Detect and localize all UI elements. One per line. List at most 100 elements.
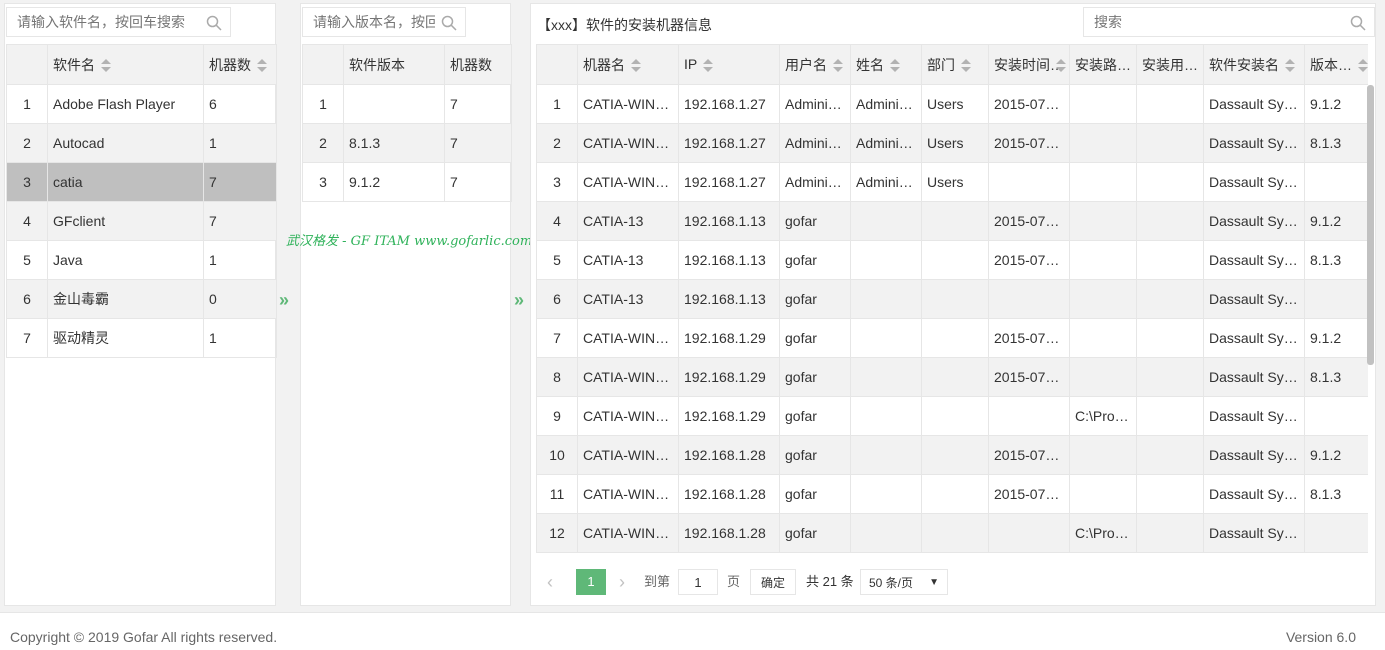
machine-count-header[interactable]: 机器数: [203, 44, 277, 85]
page-1-button[interactable]: 1: [576, 569, 606, 595]
version-search-box[interactable]: [302, 7, 466, 37]
fullname-cell: Admini…: [850, 123, 922, 163]
install-name-header-label: 软件安装名: [1209, 56, 1279, 73]
row-number: 10: [536, 435, 578, 475]
sort-icon[interactable]: [631, 58, 641, 73]
software-name-header[interactable]: 软件名: [47, 44, 204, 85]
page-size-select[interactable]: 50 条/页 ▼: [860, 569, 948, 595]
table-row[interactable]: 11 CATIA-WIN… 192.168.1.28 gofar 2015-07… Das…: [536, 474, 1368, 514]
machine-name-header[interactable]: 机器名: [577, 44, 679, 85]
machine-name-cell: CATIA-WIN…: [577, 84, 679, 124]
confirm-button[interactable]: 确定: [750, 569, 796, 595]
software-name-cell: catia: [47, 162, 204, 202]
search-icon[interactable]: [1350, 15, 1366, 31]
version-name-cell: 8.1.3: [1304, 474, 1368, 514]
table-row[interactable]: 1 Adobe Flash Player 6: [6, 84, 277, 124]
install-name-header[interactable]: 软件安装名: [1203, 44, 1305, 85]
table-row[interactable]: 2 Autocad 1: [6, 123, 277, 163]
row-number: 2: [536, 123, 578, 163]
install-user-header[interactable]: 安装用…: [1136, 44, 1204, 85]
machine-name-cell: CATIA-WIN…: [577, 435, 679, 475]
table-row[interactable]: 3 CATIA-WIN… 192.168.1.27 Admini… Admini… Use…: [536, 162, 1368, 202]
fullname-cell: [850, 396, 922, 436]
table-row[interactable]: 12 CATIA-WIN… 192.168.1.28 gofar C:\Pro… Dass…: [536, 513, 1368, 553]
table-row[interactable]: 2 CATIA-WIN… 192.168.1.27 Admini… Admini… Use…: [536, 123, 1368, 163]
software-panel: 软件名 机器数 1Adobe Flash Player62Autocad13ca…: [4, 3, 277, 606]
sort-icon[interactable]: [961, 58, 971, 73]
prev-page-icon[interactable]: ‹: [547, 569, 567, 595]
sort-icon[interactable]: [101, 58, 111, 73]
sort-icon[interactable]: [1285, 58, 1295, 73]
install-time-header[interactable]: 安装时间: [988, 44, 1070, 85]
version-name-cell: 9.1.2: [1304, 84, 1368, 124]
ip-cell: 192.168.1.28: [678, 513, 780, 553]
sort-icon[interactable]: [833, 58, 843, 73]
software-search-box[interactable]: [6, 7, 231, 37]
next-page-icon[interactable]: ›: [619, 569, 639, 595]
version-name-cell: 9.1.2: [1304, 435, 1368, 475]
machine-count-cell: 7: [203, 162, 277, 202]
username-cell: Admini…: [779, 162, 851, 202]
sort-icon[interactable]: [703, 58, 714, 73]
table-row[interactable]: 1 CATIA-WIN… 192.168.1.27 Admini… Admini… Use…: [536, 84, 1368, 124]
vertical-scrollbar[interactable]: [1367, 85, 1374, 365]
version-name-cell: [1304, 396, 1368, 436]
table-row[interactable]: 2 8.1.3 7: [302, 123, 512, 163]
ip-header[interactable]: IP: [678, 44, 780, 85]
department-header[interactable]: 部门: [921, 44, 989, 85]
search-icon[interactable]: [206, 15, 222, 31]
table-row[interactable]: 9 CATIA-WIN… 192.168.1.29 gofar C:\Pro… Dassa…: [536, 396, 1368, 436]
install-name-cell: Dassault Sy…: [1203, 474, 1305, 514]
table-row[interactable]: 6 CATIA-13 192.168.1.13 gofar Dassault Sy…: [536, 279, 1368, 319]
ip-cell: 192.168.1.13: [678, 240, 780, 280]
department-cell: Users: [921, 84, 989, 124]
table-row[interactable]: 3 catia 7: [6, 162, 277, 202]
table-row[interactable]: 4 GFclient 7: [6, 201, 277, 241]
install-time-cell: 2015-07…: [988, 357, 1070, 397]
table-row[interactable]: 6 金山毒霸 0: [6, 279, 277, 319]
install-path-header[interactable]: 安装路…: [1069, 44, 1137, 85]
dropdown-arrow-icon: ▼: [929, 577, 939, 588]
total-count: 共 21 条: [806, 574, 854, 589]
machine-name-cell: CATIA-WIN…: [577, 357, 679, 397]
install-path-cell: [1069, 279, 1137, 319]
goto-page-input[interactable]: 1: [678, 569, 718, 595]
table-row[interactable]: 5 CATIA-13 192.168.1.13 gofar 2015-07… Dassau…: [536, 240, 1368, 280]
machine-count-cell: 6: [203, 84, 277, 124]
footer: Copyright © 2019 Gofar All rights reserv…: [0, 612, 1385, 650]
department-cell: [921, 318, 989, 358]
machines-panel: 【xxx】软件的安装机器信息 机器名 IP 用户名 姓名 部门 安装时间 安装路… 安装用… 软…: [530, 3, 1376, 606]
machines-search-box[interactable]: [1083, 7, 1375, 37]
version-name-header-label: 版本名: [1310, 56, 1352, 73]
machine-name-cell: CATIA-13: [577, 240, 679, 280]
ip-cell: 192.168.1.27: [678, 84, 780, 124]
department-cell: [921, 201, 989, 241]
table-row[interactable]: 7 CATIA-WIN… 192.168.1.29 gofar 2015-07… Dass…: [536, 318, 1368, 358]
row-number: 3: [536, 162, 578, 202]
machine-count-header-label: 机器数: [209, 56, 251, 73]
fullname-cell: [850, 240, 922, 280]
sort-icon[interactable]: [257, 58, 267, 73]
username-header[interactable]: 用户名: [779, 44, 851, 85]
department-header-label: 部门: [927, 56, 955, 73]
row-number: 4: [536, 201, 578, 241]
fullname-header[interactable]: 姓名: [850, 44, 922, 85]
sort-icon[interactable]: [890, 58, 900, 73]
machines-search-input[interactable]: [1084, 8, 1374, 36]
software-search-input[interactable]: [7, 8, 230, 36]
install-path-cell: [1069, 318, 1137, 358]
ip-cell: 192.168.1.13: [678, 279, 780, 319]
table-row[interactable]: 5 Java 1: [6, 240, 277, 280]
table-row[interactable]: 8 CATIA-WIN… 192.168.1.29 gofar 2015-07… Dass…: [536, 357, 1368, 397]
table-row[interactable]: 4 CATIA-13 192.168.1.13 gofar 2015-07… Dassau…: [536, 201, 1368, 241]
version-name-header[interactable]: 版本名: [1304, 44, 1368, 85]
table-row[interactable]: 7 驱动精灵 1: [6, 318, 277, 358]
sort-icon[interactable]: [1358, 58, 1368, 73]
table-row[interactable]: 10 CATIA-WIN… 192.168.1.28 gofar 2015-07… Das…: [536, 435, 1368, 475]
table-row[interactable]: 17: [302, 84, 512, 124]
table-row[interactable]: 3 9.1.2 7: [302, 162, 512, 202]
install-path-header-label: 安装路…: [1075, 56, 1131, 73]
search-icon[interactable]: [441, 15, 457, 31]
install-user-cell: [1136, 162, 1204, 202]
install-time-cell: 2015-07…: [988, 318, 1070, 358]
